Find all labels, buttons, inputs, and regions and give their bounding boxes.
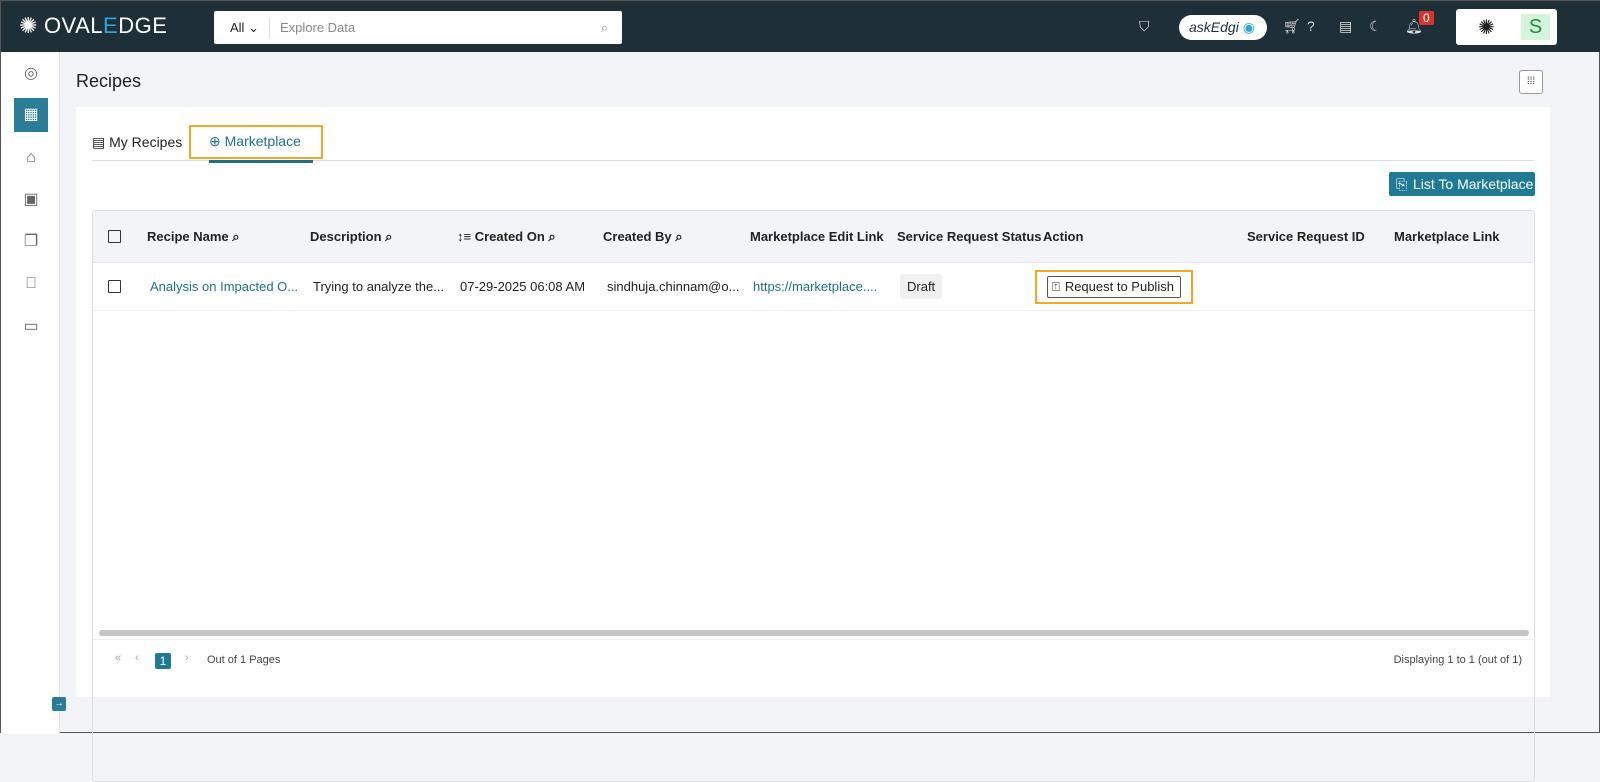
bookmark-icon[interactable]: ⛉ [1139,18,1150,35]
page-title: Recipes [76,71,142,91]
col-request-id: Service Request ID [1247,229,1365,244]
recipe-icon: ▤ [92,134,106,150]
top-bar: ✺ OVALEDGE All ⌄ Explore Data ⌕ ⛉ askEdgi… [1,1,1600,52]
col-description[interactable]: Description ⌕ [310,211,392,262]
sort-icon[interactable]: ↕≡ [457,229,471,244]
files-icon[interactable]: ❐ [14,225,48,259]
horizontal-scrollbar[interactable] [99,630,1529,636]
user-menu[interactable]: ✺ S [1456,9,1557,45]
search-input[interactable]: Explore Data [270,20,601,35]
help-icon[interactable]: ? [1307,18,1315,34]
col-status: Service Request Status [897,229,1042,244]
home-icon[interactable]: ◎ [14,57,48,91]
prev-page-button[interactable]: ‹ [135,652,139,664]
request-to-publish-button[interactable]: ⍐ Request to Publish [1047,275,1181,298]
description: Trying to analyze the... [313,279,445,294]
askedgi-button[interactable]: askEdgi ◉ [1179,15,1267,40]
search-icon[interactable]: ⌕ [232,229,239,245]
status: Draft [900,263,943,310]
action-cell: ⍐ Request to Publish [1035,263,1193,310]
col-created-by[interactable]: Created By ⌕ [603,211,683,262]
recipes-table: Recipe Name ⌕ Description ⌕ ↕≡ Created O… [92,210,1535,782]
pagination: « ‹ 1 › Out of 1 Pages Displaying 1 to 1… [93,639,1534,679]
col-marketplace-link: Marketplace Link [1394,229,1500,244]
search-icon[interactable]: ⌕ [385,229,392,245]
created-on: 07-29-2025 06:08 AM [460,279,586,294]
recipes-icon[interactable]: ▦ [14,98,48,132]
search-icon[interactable]: ⌕ [601,20,608,36]
content-card: ▤ My Recipes ⊕ Marketplace ⎘ List To Mark… [76,107,1550,782]
dark-mode-icon[interactable]: ☾ [1369,18,1382,35]
status-badge: Draft [900,274,943,299]
col-edit-link: Marketplace Edit Link [750,229,884,244]
avatar[interactable]: S [1521,14,1550,40]
chat-icon[interactable]: ▭ [14,310,48,344]
table-row: Analysis on Impacted O... Trying to anal… [93,263,1534,311]
logo-icon: ✺ [19,13,38,38]
tag-icon[interactable]: ⌂ [14,141,48,175]
table-header: Recipe Name ⌕ Description ⌕ ↕≡ Created O… [93,211,1534,263]
report-icon[interactable]: ▣ [14,183,48,217]
search-icon[interactable]: ⌕ [548,229,555,245]
current-page[interactable]: 1 [155,653,171,669]
search-bar[interactable]: All ⌄ Explore Data ⌕ [214,11,622,44]
row-checkbox[interactable] [108,263,121,310]
tabs: ▤ My Recipes ⊕ Marketplace [92,125,1534,163]
org-logo-icon: ✺ [1478,17,1495,39]
next-page-button[interactable]: › [185,652,189,664]
first-page-button[interactable]: « [115,652,121,664]
apps-grid-button[interactable]: ⁞⁞⁞ [1519,70,1543,94]
notification-badge: 0 [1419,11,1434,25]
list-icon: ⎘ [1396,176,1408,192]
cart-icon[interactable]: 🛒︎ [1283,18,1301,35]
list-to-marketplace-button[interactable]: ⎘ List To Marketplace [1389,172,1535,196]
page-count: Out of 1 Pages [207,654,281,666]
edit-link[interactable]: https://marketplace.... [753,263,877,310]
displaying-count: Displaying 1 to 1 (out of 1) [1393,654,1522,666]
col-action: Action [1043,229,1084,244]
col-recipe-name[interactable]: Recipe Name ⌕ [147,211,240,262]
select-all-checkbox[interactable] [108,211,121,262]
logo[interactable]: ✺ OVALEDGE [19,13,167,39]
created-by: sindhuja.chinnam@o... [607,279,740,294]
tasks-icon[interactable]: ▤ [1339,18,1352,35]
recipe-name-link[interactable]: Analysis on Impacted O... [150,263,298,310]
col-created-on[interactable]: ↕≡ Created On ⌕ [457,211,556,262]
tab-my-recipes[interactable]: ▤ My Recipes [92,128,182,162]
sidebar: ◎ ▦ ⌂ ▣ ❐ ⎕ ▭ → [1,52,66,734]
upload-icon: ⍐ [1052,278,1060,294]
book-icon[interactable]: ⎕ [14,267,48,301]
search-scope-dropdown[interactable]: All ⌄ [214,17,270,38]
globe-icon: ⊕ [209,133,221,149]
expand-sidebar-button[interactable]: → [52,697,66,711]
tab-marketplace[interactable]: ⊕ Marketplace [189,125,323,163]
search-icon[interactable]: ⌕ [675,229,682,245]
